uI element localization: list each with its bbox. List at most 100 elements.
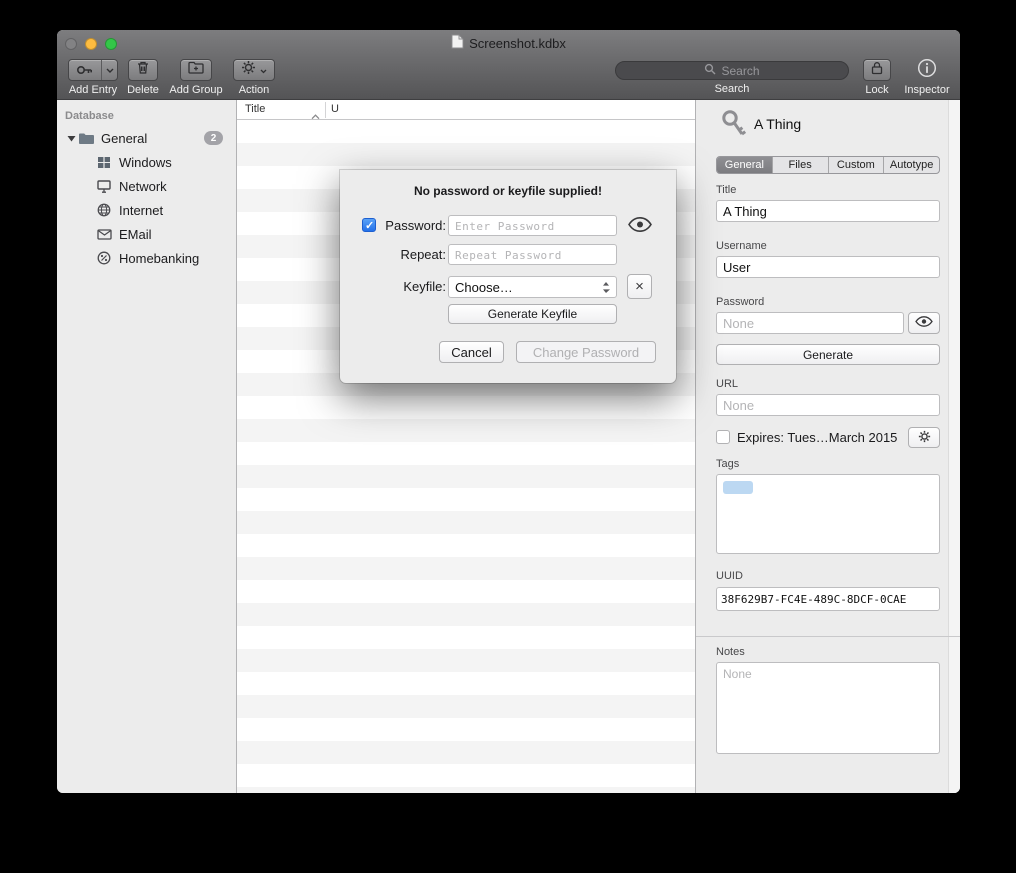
entry-title-heading: A Thing bbox=[754, 116, 801, 132]
toolbar: Add Entry Delete Add Group Action bbox=[57, 57, 960, 100]
uuid-field[interactable] bbox=[716, 587, 940, 611]
window-chrome: Screenshot.kdbx Add Entry Delete bbox=[57, 30, 960, 100]
key-icon bbox=[720, 108, 748, 145]
search-placeholder: Search bbox=[721, 64, 759, 78]
globe-icon bbox=[95, 203, 113, 217]
sidebar-item-network[interactable]: Network bbox=[57, 174, 236, 198]
eye-icon bbox=[628, 220, 652, 235]
inspector-tabs: General Files Custom Autotype bbox=[716, 156, 940, 174]
sidebar-item-homebanking[interactable]: Homebanking bbox=[57, 246, 236, 270]
url-field[interactable] bbox=[716, 394, 940, 416]
repeat-label: Repeat: bbox=[360, 247, 446, 262]
search-icon bbox=[704, 63, 716, 78]
document-icon bbox=[451, 34, 464, 54]
tab-custom[interactable]: Custom bbox=[828, 157, 884, 173]
cancel-button[interactable]: Cancel bbox=[439, 341, 504, 363]
key-plus-icon bbox=[69, 60, 101, 80]
group-label: Windows bbox=[119, 155, 172, 170]
folder-icon bbox=[77, 132, 95, 145]
disclosure-triangle-icon[interactable] bbox=[65, 135, 77, 142]
sheet-password-input[interactable] bbox=[448, 215, 617, 236]
envelope-icon bbox=[95, 229, 113, 240]
group-label: Homebanking bbox=[119, 251, 199, 266]
group-label: Internet bbox=[119, 203, 163, 218]
add-group-button[interactable] bbox=[180, 59, 212, 81]
change-password-sheet: No password or keyfile supplied! Passwor… bbox=[340, 170, 676, 383]
entry-list-header: Title U bbox=[237, 100, 695, 120]
inspector-button[interactable] bbox=[917, 59, 937, 81]
group-label: EMail bbox=[119, 227, 152, 242]
expires-options-button[interactable] bbox=[908, 427, 940, 448]
title-field[interactable] bbox=[716, 200, 940, 222]
add-entry-button[interactable] bbox=[68, 59, 118, 81]
sheet-repeat-input[interactable] bbox=[448, 244, 617, 265]
chevron-down-icon[interactable] bbox=[101, 60, 117, 80]
gear-icon bbox=[918, 430, 931, 446]
username-field-label: Username bbox=[716, 240, 767, 252]
folder-plus-icon bbox=[188, 61, 205, 79]
notes-field[interactable] bbox=[716, 662, 940, 754]
generate-password-button[interactable]: Generate bbox=[716, 344, 940, 365]
action-label: Action bbox=[239, 84, 270, 96]
keyfile-popup[interactable]: Choose… bbox=[448, 276, 617, 298]
entry-count-badge: 2 bbox=[204, 131, 223, 145]
tag-chip[interactable] bbox=[723, 481, 753, 494]
delete-label: Delete bbox=[127, 84, 159, 96]
inspector-scrollbar[interactable] bbox=[948, 100, 960, 793]
sidebar-item-general[interactable]: General 2 bbox=[57, 126, 236, 150]
group-label: General bbox=[101, 131, 147, 146]
keyfile-popup-value: Choose… bbox=[455, 280, 513, 295]
action-button[interactable] bbox=[233, 59, 275, 81]
sidebar-item-internet[interactable]: Internet bbox=[57, 198, 236, 222]
change-password-button[interactable]: Change Password bbox=[516, 341, 656, 363]
search-input[interactable]: Search bbox=[615, 61, 849, 80]
tags-box[interactable] bbox=[716, 474, 940, 554]
reveal-password-button[interactable] bbox=[628, 217, 652, 235]
notes-field-label: Notes bbox=[716, 646, 745, 658]
add-entry-label: Add Entry bbox=[69, 84, 117, 96]
url-field-label: URL bbox=[716, 378, 738, 390]
search-label: Search bbox=[715, 83, 750, 95]
column-header-title[interactable]: Title bbox=[245, 103, 265, 115]
keyfile-label: Keyfile: bbox=[360, 279, 446, 294]
tab-files[interactable]: Files bbox=[772, 157, 828, 173]
padlock-icon bbox=[871, 61, 883, 80]
uuid-field-label: UUID bbox=[716, 570, 743, 582]
sidebar-section-header: Database bbox=[65, 110, 114, 122]
password-field[interactable] bbox=[716, 312, 904, 334]
column-divider[interactable] bbox=[325, 102, 326, 118]
column-header-username[interactable]: U bbox=[331, 103, 339, 115]
percent-coin-icon bbox=[95, 251, 113, 265]
window-title: Screenshot.kdbx bbox=[469, 36, 566, 51]
clear-keyfile-button[interactable]: × bbox=[627, 274, 652, 299]
gear-icon bbox=[241, 60, 256, 80]
group-sidebar: Database General 2 Windows Network Inter… bbox=[57, 100, 237, 793]
add-group-label: Add Group bbox=[169, 84, 222, 96]
sidebar-item-email[interactable]: EMail bbox=[57, 222, 236, 246]
stepper-icon bbox=[602, 281, 610, 294]
generate-keyfile-button[interactable]: Generate Keyfile bbox=[448, 304, 617, 324]
lock-label: Lock bbox=[865, 84, 888, 96]
titlebar: Screenshot.kdbx bbox=[57, 30, 960, 57]
reveal-password-button[interactable] bbox=[908, 312, 940, 334]
windows-icon bbox=[95, 156, 113, 169]
sheet-message: No password or keyfile supplied! bbox=[340, 184, 676, 198]
password-field-label: Password bbox=[716, 296, 764, 308]
delete-button[interactable] bbox=[128, 59, 158, 81]
tab-general[interactable]: General bbox=[717, 157, 772, 173]
sidebar-item-windows[interactable]: Windows bbox=[57, 150, 236, 174]
inspector-panel: A Thing General Files Custom Autotype Ti… bbox=[696, 100, 960, 793]
chevron-down-icon bbox=[260, 61, 267, 79]
inspector-label: Inspector bbox=[904, 84, 949, 96]
expires-checkbox[interactable] bbox=[716, 430, 730, 444]
trash-icon bbox=[136, 60, 150, 80]
title-field-label: Title bbox=[716, 184, 736, 196]
info-circle-icon bbox=[917, 58, 937, 83]
password-label: Password: bbox=[360, 218, 446, 233]
username-field[interactable] bbox=[716, 256, 940, 278]
network-icon bbox=[95, 180, 113, 193]
group-label: Network bbox=[119, 179, 167, 194]
lock-button[interactable] bbox=[863, 59, 891, 81]
expires-label: Expires: Tues…March 2015 bbox=[737, 430, 897, 445]
tab-autotype[interactable]: Autotype bbox=[883, 157, 939, 173]
